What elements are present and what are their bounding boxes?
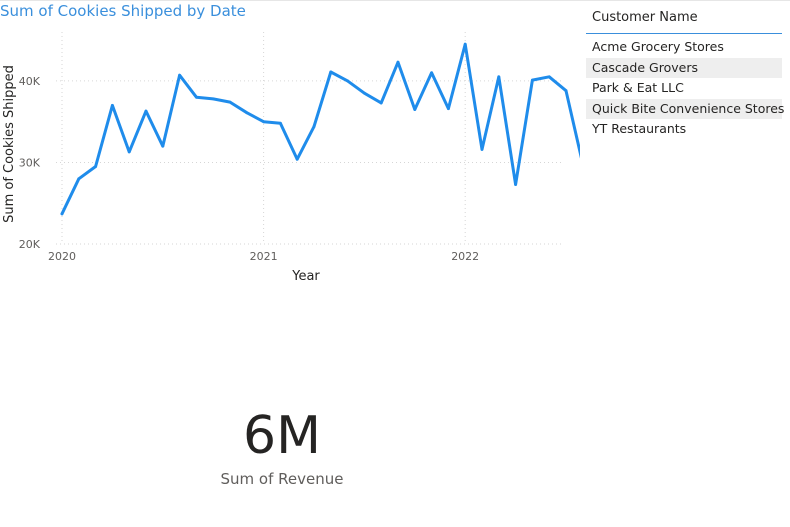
- series-line: [60, 42, 580, 216]
- data-point: [363, 91, 366, 95]
- y-axis-title: Sum of Cookies Shipped: [2, 65, 17, 223]
- y-tick-label: 30K: [19, 156, 41, 169]
- y-tick-label: 40K: [19, 75, 41, 88]
- data-point: [447, 107, 450, 111]
- slicer-item-acme[interactable]: Acme Grocery Stores: [586, 37, 782, 58]
- data-point: [346, 79, 349, 83]
- data-point: [430, 71, 433, 75]
- data-point: [60, 212, 64, 216]
- data-point: [94, 165, 97, 168]
- slicer-item-yt[interactable]: YT Restaurants: [586, 119, 782, 140]
- data-point: [463, 42, 467, 46]
- data-point: [413, 108, 417, 111]
- slicer-item-park-eat[interactable]: Park & Eat LLC: [586, 78, 782, 99]
- slicer-title: Customer Name: [586, 6, 782, 34]
- data-point: [497, 75, 501, 79]
- data-point: [211, 97, 215, 101]
- data-point: [547, 75, 551, 79]
- data-point: [262, 120, 265, 124]
- data-point: [480, 148, 484, 151]
- y-tick-label: 20K: [19, 238, 41, 251]
- slicer-item-cascade[interactable]: Cascade Grovers: [586, 57, 782, 78]
- data-point: [279, 121, 282, 125]
- revenue-card-value: 6M: [243, 406, 321, 466]
- x-tick-label: 2022: [451, 250, 479, 263]
- chart-title: Sum of Cookies Shipped by Date: [0, 2, 246, 20]
- data-point: [144, 109, 148, 113]
- data-point: [77, 177, 81, 181]
- data-point: [228, 100, 232, 104]
- slicer-list: Acme Grocery Stores Cascade Grovers Park…: [586, 37, 784, 140]
- data-point: [329, 70, 333, 74]
- data-point: [564, 89, 568, 93]
- data-point: [178, 73, 182, 77]
- data-point: [111, 103, 114, 107]
- line-chart-svg: 20K 30K 40K 2020 2021 2022 Year Sum of Cookies …: [2, 32, 580, 284]
- data-point: [295, 157, 299, 161]
- data-point: [161, 144, 165, 148]
- data-point: [379, 101, 383, 105]
- data-point: [531, 78, 534, 82]
- slicer-item-quick-bite[interactable]: Quick Bite Convenience Stores: [586, 98, 784, 119]
- customer-slicer: Customer Name Acme Grocery Stores Cascad…: [586, 6, 784, 140]
- data-point: [127, 150, 131, 154]
- revenue-card-label: Sum of Revenue: [220, 470, 344, 488]
- line-chart: 20K 30K 40K 2020 2021 2022 Year Sum of Cookies …: [0, 24, 580, 294]
- top-border: [0, 0, 790, 1]
- data-point: [396, 60, 400, 64]
- data-point: [245, 111, 249, 115]
- x-axis-title: Year: [291, 269, 320, 284]
- data-point: [312, 125, 316, 128]
- x-tick-label: 2020: [48, 250, 76, 263]
- x-tick-label: 2021: [250, 250, 278, 263]
- data-point: [195, 95, 198, 99]
- data-point: [514, 183, 517, 186]
